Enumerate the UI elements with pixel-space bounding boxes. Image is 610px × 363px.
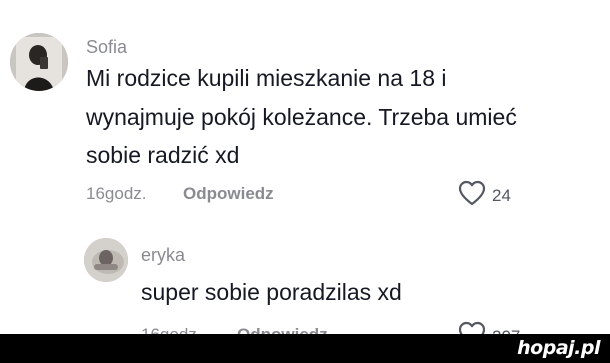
comment-username[interactable]: Sofia [86,37,127,58]
watermark-logo: hopaj.pl [517,337,600,359]
comment-sofia: Sofia Mi rodzice kupili mieszkanie na 18… [0,0,610,215]
comment-text-line: Mi rodzice kupili mieszkanie na 18 i [86,65,447,91]
avatar-photo [10,33,68,91]
comment-timestamp: 16godz. [86,184,147,203]
comment-text-line: wynajmuje pokój koleżance. Trzeba umieć [86,104,517,130]
comment-text-line: sobie radzić xd [86,142,240,168]
watermark-bar: hopaj.pl [0,334,610,363]
like-count: 24 [492,185,511,205]
avatar[interactable] [84,238,128,282]
comment-text-line: super sobie poradzilas xd [141,279,402,305]
heart-outline-icon [458,180,486,211]
reply-button[interactable]: Odpowiedz [183,184,274,204]
comment-eryka: eryka super sobie poradzilas xd 16godz. … [0,215,610,347]
avatar[interactable] [10,33,68,91]
like-button[interactable]: 24 [458,180,511,211]
avatar-photo [84,238,128,282]
comment-username[interactable]: eryka [141,245,185,266]
